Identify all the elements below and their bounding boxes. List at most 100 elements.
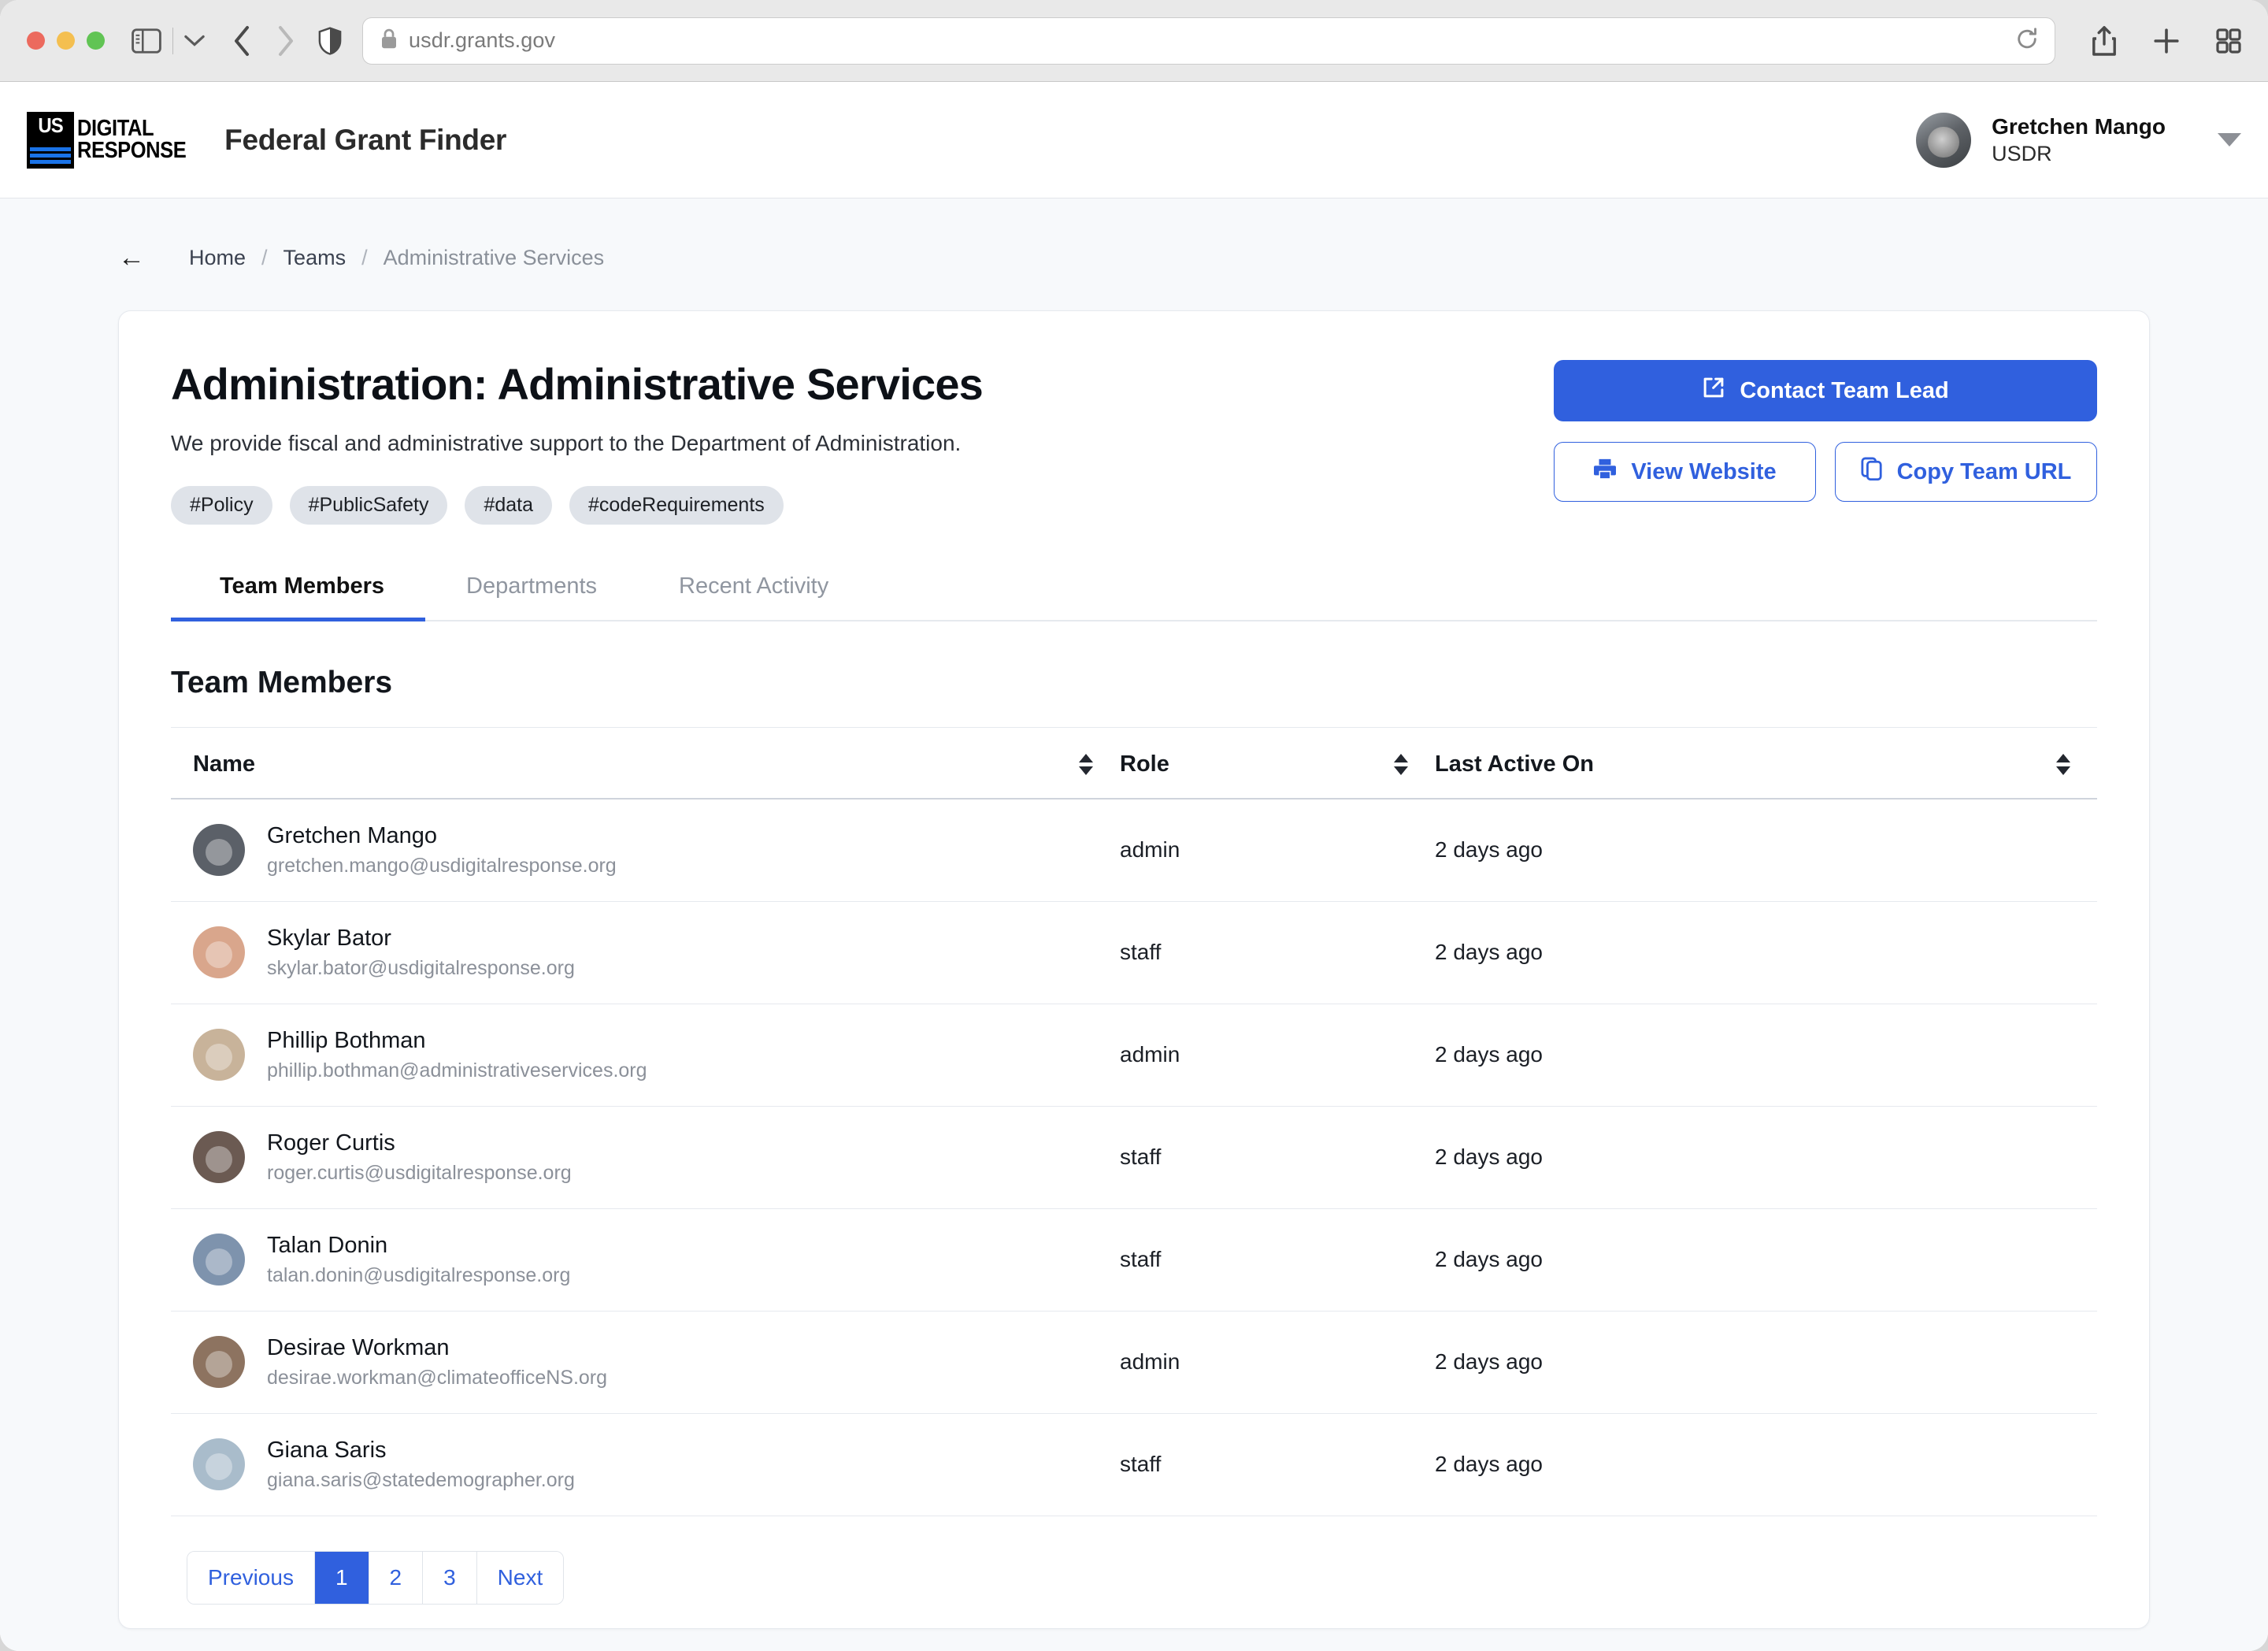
sort-icon[interactable]: [1394, 753, 1435, 775]
cell-role: admin: [1120, 798, 1435, 902]
close-window-button[interactable]: [27, 32, 45, 50]
chevron-down-icon[interactable]: [184, 34, 205, 48]
avatar: [193, 1131, 245, 1184]
pagination-page-3[interactable]: 3: [423, 1551, 477, 1604]
member-name: Phillip Bothman: [267, 1027, 426, 1053]
tab-departments[interactable]: Departments: [425, 573, 638, 620]
pagination-page-2[interactable]: 2: [369, 1551, 424, 1604]
member-email: phillip.bothman@administrativeservices.o…: [267, 1059, 647, 1081]
section-title: Team Members: [171, 665, 393, 699]
table-row[interactable]: Gretchen Mango gretchen.mango@usdigitalre…: [171, 798, 2097, 902]
cell-role: staff: [1120, 1208, 1435, 1312]
breadcrumb-separator: /: [261, 245, 268, 269]
sidebar-toggle-icon[interactable]: [132, 28, 161, 54]
cell-name: Roger Curtis roger.curtis@usdigitalrespon…: [171, 1106, 1120, 1209]
table-body: Gretchen Mango gretchen.mango@usdigitalre…: [171, 798, 2097, 1516]
cell-last-active: 2 days ago: [1435, 1208, 2097, 1312]
back-chevron-icon[interactable]: [233, 25, 252, 57]
logo-wordmark: DIGITAL RESPONSE: [77, 112, 201, 169]
reload-icon[interactable]: [2015, 27, 2039, 54]
avatar: [193, 824, 245, 877]
address-bar[interactable]: usdr.grants.gov: [362, 17, 2055, 65]
table-row[interactable]: Phillip Bothman phillip.bothman@administr…: [171, 1004, 2097, 1107]
printer-icon: [1593, 458, 1617, 486]
tab-overview-icon[interactable]: [2216, 28, 2241, 54]
cell-role: staff: [1120, 901, 1435, 1004]
privacy-shield-icon[interactable]: [318, 26, 342, 55]
chevron-down-icon[interactable]: [2218, 133, 2241, 147]
team-title: Administration: Administrative Services: [171, 359, 984, 409]
pagination-previous-button[interactable]: Previous: [187, 1551, 315, 1604]
breadcrumb-item-home[interactable]: Home: [189, 246, 246, 270]
toolbar-right-actions: [2092, 25, 2241, 57]
member-role: admin: [1120, 1349, 1180, 1375]
tag-chip[interactable]: #Policy: [171, 485, 272, 525]
team-info: Administration: Administrative Services …: [171, 360, 1554, 525]
share-icon[interactable]: [2092, 25, 2117, 57]
member-last-active: 2 days ago: [1435, 1452, 1543, 1477]
member-email: talan.donin@usdigitalresponse.org: [267, 1263, 571, 1286]
table-row[interactable]: Desirae Workman desirae.workman@climateof…: [171, 1311, 2097, 1414]
app-header: US DIGITAL RESPONSE Federal Grant Finder…: [0, 82, 2268, 198]
avatar: [193, 1336, 245, 1389]
contact-team-lead-button[interactable]: Contact Team Lead: [1554, 360, 2097, 421]
column-header-last-active[interactable]: Last Active On: [1435, 726, 2097, 800]
member-email: roger.curtis@usdigitalresponse.org: [267, 1161, 572, 1184]
member-email: giana.saris@statedemographer.org: [267, 1468, 575, 1491]
avatar: [193, 1438, 245, 1491]
breadcrumb-separator: /: [361, 245, 368, 269]
column-header-name[interactable]: Name: [171, 726, 1120, 800]
user-menu[interactable]: Gretchen Mango USDR: [1916, 112, 2241, 168]
cell-name: Desirae Workman desirae.workman@climateof…: [171, 1311, 1120, 1414]
member-name: Giana Saris: [267, 1437, 387, 1463]
tab-team-members[interactable]: Team Members: [171, 573, 425, 621]
view-website-button[interactable]: View Website: [1554, 442, 1816, 502]
forward-chevron-icon[interactable]: [276, 25, 295, 57]
brand[interactable]: US DIGITAL RESPONSE Federal Grant Finder: [27, 111, 506, 169]
minimize-window-button[interactable]: [57, 32, 75, 50]
tab-recent-activity[interactable]: Recent Activity: [638, 573, 869, 620]
member-role: admin: [1120, 1042, 1180, 1067]
contact-team-lead-label: Contact Team Lead: [1740, 377, 1949, 403]
logo-us-text: US: [38, 113, 63, 137]
pagination-next-button[interactable]: Next: [476, 1551, 564, 1604]
sort-icon[interactable]: [1079, 753, 1120, 775]
tag-chip[interactable]: #PublicSafety: [289, 485, 448, 525]
copy-team-url-button[interactable]: Copy Team URL: [1835, 442, 2097, 502]
team-tabs: Team Members Departments Recent Activity: [171, 573, 2097, 621]
tag-chip[interactable]: #codeRequirements: [569, 485, 784, 525]
sort-icon[interactable]: [2056, 753, 2097, 775]
table-row[interactable]: Skylar Bator skylar.bator@usdigitalrespon…: [171, 901, 2097, 1004]
page-body: ← Home / Teams / Administrative Services…: [0, 198, 2268, 1651]
member-name: Gretchen Mango: [267, 822, 438, 848]
table-row[interactable]: Giana Saris giana.saris@statedemographer.…: [171, 1413, 2097, 1516]
member-last-active: 2 days ago: [1435, 940, 1543, 965]
tag-chip[interactable]: #data: [465, 485, 553, 525]
member-last-active: 2 days ago: [1435, 1042, 1543, 1067]
table-row[interactable]: Talan Donin talan.donin@usdigitalresponse…: [171, 1208, 2097, 1312]
cell-name: Gretchen Mango gretchen.mango@usdigitalre…: [171, 798, 1120, 902]
maximize-window-button[interactable]: [87, 32, 105, 50]
member-role: staff: [1120, 940, 1162, 965]
pagination-page-1[interactable]: 1: [314, 1551, 369, 1604]
toolbar-divider: [172, 27, 173, 54]
table-head: Name Role Last Active On: [171, 726, 2097, 800]
avatar: [193, 1234, 245, 1286]
plus-icon[interactable]: [2153, 28, 2180, 54]
team-actions: Contact Team Lead View Website Copy Team…: [1554, 360, 2097, 502]
breadcrumb-item-teams[interactable]: Teams: [284, 246, 346, 270]
logo-mark: US: [27, 111, 74, 169]
back-arrow-icon[interactable]: ←: [118, 244, 145, 271]
pagination: Previous 1 2 3 Next: [187, 1550, 565, 1605]
usdr-logo: US DIGITAL RESPONSE: [27, 111, 201, 169]
column-header-role[interactable]: Role: [1120, 726, 1435, 800]
cell-last-active: 2 days ago: [1435, 798, 2097, 902]
secondary-actions: View Website Copy Team URL: [1554, 442, 2097, 502]
member-email: skylar.bator@usdigitalresponse.org: [267, 956, 575, 979]
cell-name: Phillip Bothman phillip.bothman@administr…: [171, 1004, 1120, 1107]
user-name: Gretchen Mango: [1992, 113, 2166, 139]
cell-role: admin: [1120, 1311, 1435, 1414]
table-row[interactable]: Roger Curtis roger.curtis@usdigitalrespon…: [171, 1106, 2097, 1209]
column-header-name-label: Name: [193, 751, 255, 777]
team-description: We provide fiscal and administrative sup…: [171, 430, 962, 455]
